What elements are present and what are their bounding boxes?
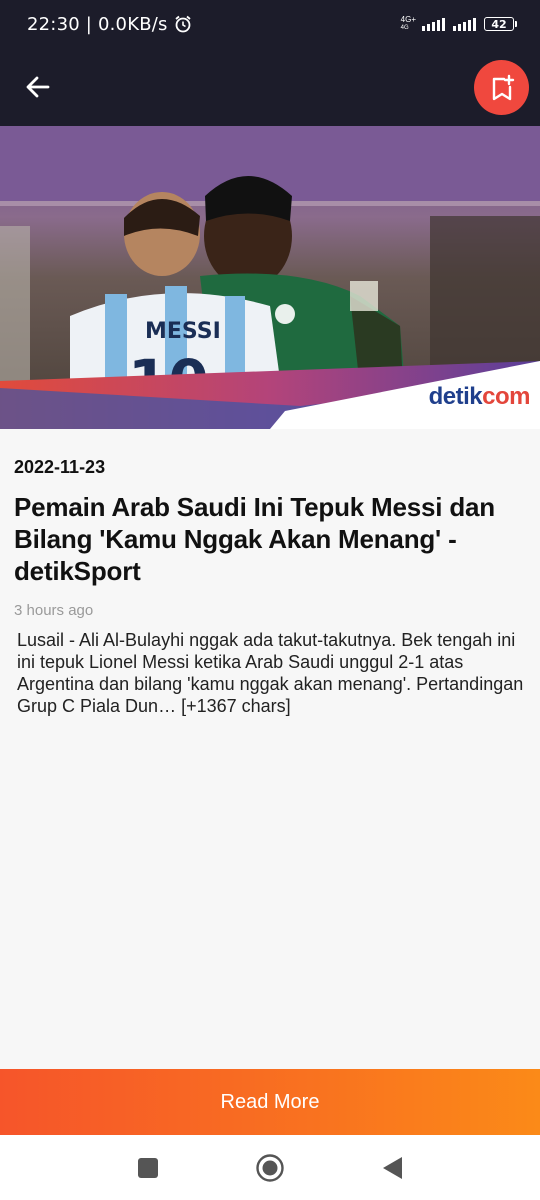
read-more-button[interactable]: Read More [0,1069,540,1135]
read-more-label: Read More [220,1090,320,1113]
status-speed: 0.0KB/s [97,13,168,35]
recents-button[interactable] [133,1153,163,1183]
arrow-left-icon [26,76,50,98]
network-type-bottom: 4G [400,25,409,31]
brand-main: detik [428,383,483,410]
detikcom-logo: detikcom [428,383,531,411]
home-button[interactable] [255,1153,285,1183]
battery-icon: 42 [484,17,517,31]
app-bar [0,48,540,126]
jersey-name: MESSI [145,319,221,344]
article-image: MESSI 10 detikcom [0,126,540,429]
square-icon [138,1158,158,1178]
status-left: 22:30 | 0.0KB/s [27,14,193,35]
bookmark-add-icon [492,74,514,100]
nav-back-button[interactable] [377,1153,407,1183]
article-description: Lusail - Ali Al-Bulayhi nggak ada takut-… [17,630,524,716]
status-right: 4G+ 4G 42 [401,16,517,32]
bookmark-add-button[interactable] [474,60,529,115]
status-separator: | [79,13,98,35]
signal-strength-icon-2 [453,17,476,31]
triangle-back-icon [383,1157,402,1179]
brand-accent: com [482,383,530,410]
article-time-ago: 3 hours ago [14,602,94,619]
article-date: 2022-11-23 [14,457,106,477]
article-title: Pemain Arab Saudi Ini Tepuk Messi dan Bi… [14,492,495,586]
network-type: 4G+ 4G [401,16,416,32]
status-bar: 22:30 | 0.0KB/s 4G+ 4G 42 [0,0,540,48]
system-nav-bar [0,1135,540,1200]
battery-level: 42 [491,17,507,31]
network-type-top: 4G+ [400,15,416,24]
back-button[interactable] [18,67,58,107]
signal-strength-icon [422,17,445,31]
status-time: 22:30 [27,13,80,35]
alarm-icon [173,14,193,34]
circle-icon [256,1154,284,1182]
